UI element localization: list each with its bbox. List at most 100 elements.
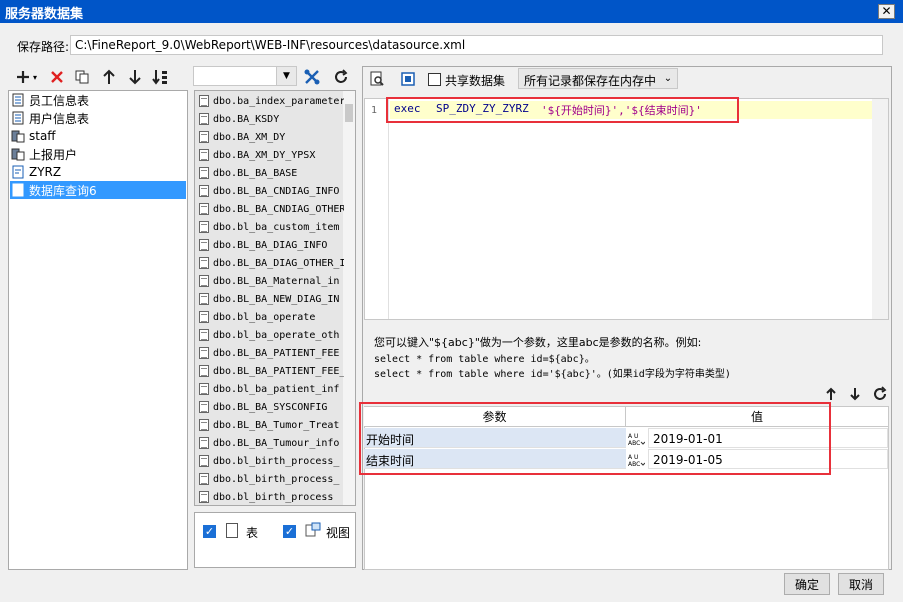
title-bar: 服务器数据集 ✕ bbox=[0, 0, 903, 23]
table-item[interactable]: dbo.BA_KSDY bbox=[197, 110, 344, 128]
dataset-item-label: 员工信息表 bbox=[29, 93, 90, 108]
table-item-label: dbo.BL_BA_NEW_DIAG_IN bbox=[213, 293, 340, 305]
sql-editor[interactable] bbox=[364, 98, 889, 320]
table-item[interactable]: dbo.BL_BA_BASE bbox=[197, 164, 344, 182]
table-item[interactable]: dbo.bl_ba_patient_inf bbox=[197, 380, 344, 398]
table-item[interactable]: dbo.bl_ba_custom_item bbox=[197, 218, 344, 236]
table-item[interactable]: dbo.BL_BA_DIAG_OTHER_I bbox=[197, 254, 344, 272]
table-icon bbox=[199, 365, 209, 377]
table-icon bbox=[199, 257, 209, 269]
table-list-scrollbar[interactable] bbox=[343, 91, 355, 505]
help-text-3: select * from table where id='${abc}'。(如… bbox=[374, 369, 731, 380]
table-icon bbox=[11, 111, 25, 125]
table-item[interactable]: dbo.BA_XM_DY_YPSX bbox=[197, 146, 344, 164]
add-dropdown-icon[interactable]: ▾ bbox=[30, 68, 40, 86]
table-item[interactable]: dbo.BL_BA_Tumor_Treat bbox=[197, 416, 344, 434]
refresh-tables-icon[interactable] bbox=[332, 68, 350, 86]
show-views-label: 视图 bbox=[326, 526, 351, 540]
dataset-item-label: 上报用户 bbox=[29, 147, 78, 162]
table-item-label: dbo.BL_BA_CNDIAG_OTHER bbox=[213, 203, 344, 215]
save-path-label: 保存路径: bbox=[17, 40, 70, 54]
table-item[interactable]: dbo.BL_BA_Maternal_in bbox=[197, 272, 344, 290]
table-item-label: dbo.bl_birth_process bbox=[213, 491, 334, 503]
table-item[interactable]: dbo.ba_index_parameter bbox=[197, 92, 344, 110]
table-item-label: dbo.BA_XM_DY_YPSX bbox=[213, 149, 316, 161]
preview-icon[interactable] bbox=[368, 70, 386, 88]
param-up-icon[interactable] bbox=[822, 385, 840, 403]
param-down-icon[interactable] bbox=[846, 385, 864, 403]
table-item[interactable]: dbo.bl_ba_operate bbox=[197, 308, 344, 326]
help-text-1: 您可以键入"${abc}"做为一个参数，这里abc是参数的名称。例如: bbox=[374, 336, 702, 349]
table-item[interactable]: dbo.bl_ba_operate_oth bbox=[197, 326, 344, 344]
dataset-item[interactable]: 数据库查询6 bbox=[10, 181, 186, 199]
table-icon bbox=[199, 185, 209, 197]
move-down-icon[interactable] bbox=[126, 68, 144, 86]
close-button[interactable]: ✕ bbox=[878, 4, 895, 19]
table-item[interactable]: dbo.bl_birth_process_ bbox=[197, 452, 344, 470]
table-icon bbox=[199, 383, 209, 395]
dataset-item[interactable]: 用户信息表 bbox=[10, 109, 186, 127]
table-item-label: dbo.BA_XM_DY bbox=[213, 131, 286, 143]
dataset-item[interactable]: 上报用户 bbox=[10, 145, 186, 163]
view-icon bbox=[305, 522, 321, 538]
table-icon bbox=[199, 203, 209, 215]
edit-connection-icon[interactable] bbox=[303, 68, 321, 86]
connection-dropdown-icon[interactable]: ▼ bbox=[276, 67, 296, 85]
table-icon bbox=[199, 419, 209, 431]
table-item[interactable]: dbo.BL_BA_PATIENT_FEE bbox=[197, 344, 344, 362]
table-icon bbox=[199, 221, 209, 233]
show-tables-label: 表 bbox=[246, 526, 259, 540]
dataset-item-label: staff bbox=[29, 129, 56, 143]
delete-icon[interactable] bbox=[48, 68, 66, 86]
ok-button[interactable]: 确定 bbox=[784, 573, 830, 595]
table-item[interactable]: dbo.BL_BA_CNDIAG_INFO bbox=[197, 182, 344, 200]
table-item[interactable]: dbo.BL_BA_DIAG_INFO bbox=[197, 236, 344, 254]
cache-mode-value: 所有记录都保存在内存中 bbox=[524, 74, 657, 88]
table-item[interactable]: dbo.BL_BA_SYSCONFIG bbox=[197, 398, 344, 416]
save-path-field[interactable]: C:\FineReport_9.0\WebReport\WEB-INF\reso… bbox=[70, 35, 883, 55]
table-list-scroll-thumb[interactable] bbox=[345, 104, 353, 122]
dataset-item[interactable]: staff bbox=[10, 127, 186, 145]
table-icon bbox=[199, 95, 209, 107]
copy-icon[interactable] bbox=[73, 68, 91, 86]
table-item-label: dbo.bl_ba_operate bbox=[213, 311, 316, 323]
dataset-item[interactable]: 员工信息表 bbox=[10, 91, 186, 109]
table-item-label: dbo.BL_BA_SYSCONFIG bbox=[213, 401, 328, 413]
database-icon bbox=[11, 147, 25, 161]
table-icon bbox=[199, 293, 209, 305]
sort-icon[interactable] bbox=[152, 68, 170, 86]
table-item[interactable]: dbo.BL_BA_NEW_DIAG_IN bbox=[197, 290, 344, 308]
table-item-label: dbo.bl_birth_process_ bbox=[213, 473, 340, 485]
show-views-checkbox[interactable]: ✓ bbox=[283, 525, 296, 538]
table-item-label: dbo.BL_BA_DIAG_INFO bbox=[213, 239, 328, 251]
dataset-item[interactable]: ZYRZ bbox=[10, 163, 186, 181]
table-item-label: dbo.BL_BA_Maternal_in bbox=[213, 275, 340, 287]
table-item-label: dbo.BL_BA_BASE bbox=[213, 167, 298, 179]
table-icon bbox=[199, 239, 209, 251]
cancel-button-label: 取消 bbox=[848, 577, 873, 592]
table-item-label: dbo.BL_BA_CNDIAG_INFO bbox=[213, 185, 340, 197]
table-item[interactable]: dbo.bl_birth_process_ bbox=[197, 470, 344, 488]
cache-mode-select[interactable]: 所有记录都保存在内存中 bbox=[518, 68, 678, 89]
table-icon bbox=[199, 329, 209, 341]
share-dataset-checkbox[interactable] bbox=[428, 73, 441, 86]
table-item[interactable]: dbo.BL_BA_PATIENT_FEE_ bbox=[197, 362, 344, 380]
table-item[interactable]: dbo.BA_XM_DY bbox=[197, 128, 344, 146]
show-tables-checkbox[interactable]: ✓ bbox=[203, 525, 216, 538]
table-item-label: dbo.bl_birth_process_ bbox=[213, 455, 340, 467]
parameter-icon[interactable] bbox=[399, 70, 417, 88]
window-title: 服务器数据集 bbox=[5, 7, 84, 22]
chevron-down-icon[interactable]: ⌄ bbox=[660, 70, 676, 87]
database-icon bbox=[11, 129, 25, 143]
table-item-label: dbo.BA_KSDY bbox=[213, 113, 280, 125]
param-refresh-icon[interactable] bbox=[871, 385, 889, 403]
cancel-button[interactable]: 取消 bbox=[838, 573, 884, 595]
table-item[interactable]: dbo.BL_BA_CNDIAG_OTHER bbox=[197, 200, 344, 218]
table-item-label: dbo.ba_index_parameter bbox=[213, 95, 344, 107]
table-icon bbox=[199, 437, 209, 449]
move-up-icon[interactable] bbox=[100, 68, 118, 86]
table-item[interactable]: dbo.BL_BA_Tumour_info bbox=[197, 434, 344, 452]
dataset-item-label: ZYRZ bbox=[29, 165, 62, 179]
table-item[interactable]: dbo.bl_birth_process bbox=[197, 488, 344, 506]
sql-editor-scrollbar[interactable] bbox=[872, 99, 888, 319]
